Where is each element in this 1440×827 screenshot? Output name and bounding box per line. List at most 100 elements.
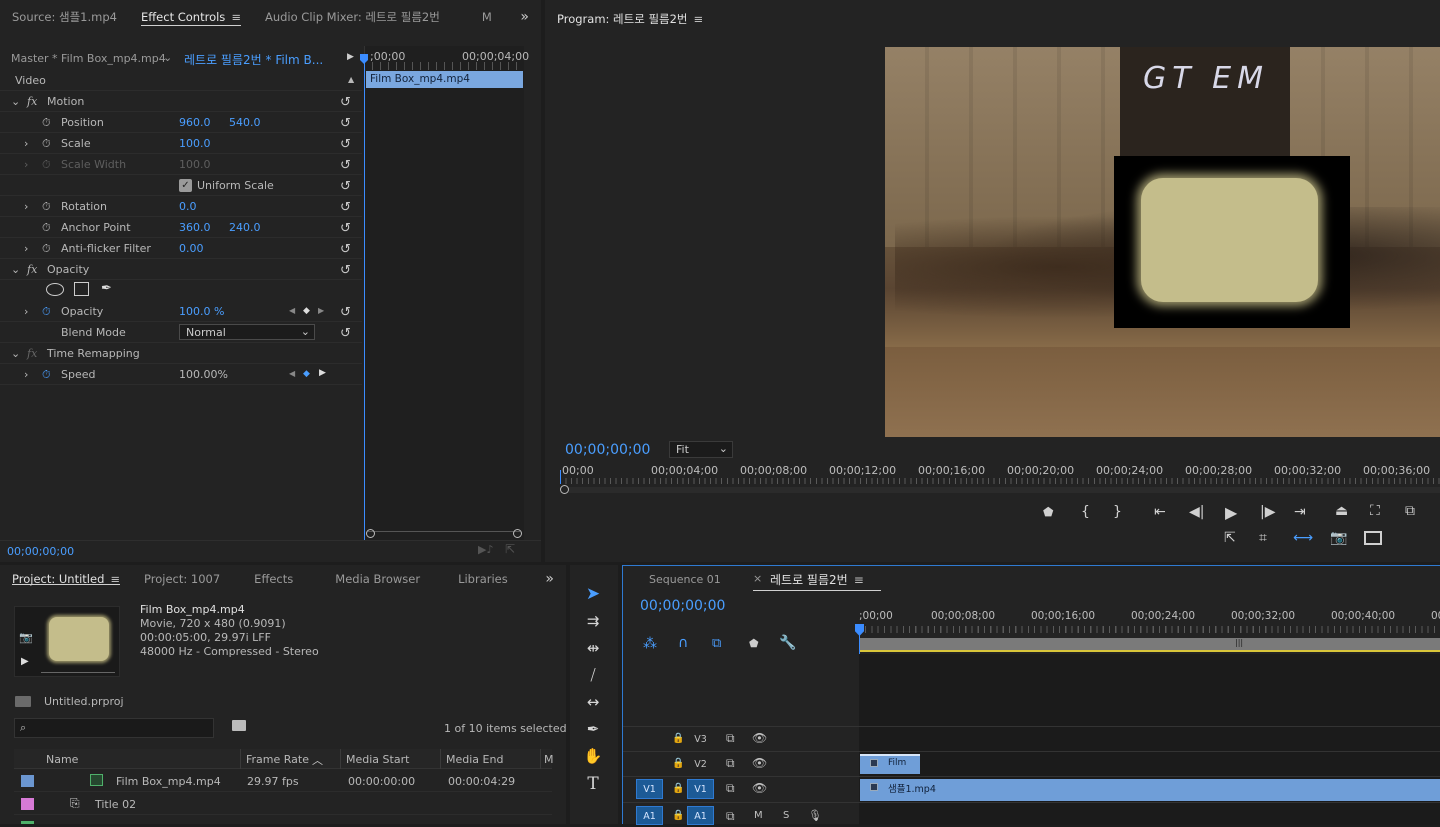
expand-chevron-icon[interactable]: ›: [24, 368, 28, 381]
camera-icon[interactable]: 📷: [19, 631, 33, 644]
export-icon[interactable]: ⇱: [505, 542, 515, 556]
program-ruler[interactable]: 00;00 00;00;04;00 00;00;08;00 00;00;12;00 00…: [560, 464, 1440, 486]
tab-libraries[interactable]: Libraries: [432, 565, 520, 593]
ec-timecode[interactable]: 00;00;00;00: [7, 545, 74, 558]
play-icon[interactable]: ▶: [21, 656, 29, 667]
column-frame-rate[interactable]: Frame Rate: [246, 753, 309, 766]
pen-mask-icon[interactable]: ✒: [101, 281, 112, 296]
time-remap-row[interactable]: ⌄ fx Time Remapping: [0, 343, 362, 364]
track-label-v3[interactable]: V3: [687, 729, 714, 749]
position-y-value[interactable]: 540.0: [229, 116, 261, 129]
panel-menu-icon[interactable]: ≡: [854, 573, 864, 587]
ec-clip-bar[interactable]: Film Box_mp4.mp4: [366, 71, 523, 88]
sync-lock-icon[interactable]: ⧉: [726, 809, 735, 824]
next-keyframe-icon[interactable]: ▶: [318, 306, 324, 315]
program-timecode[interactable]: 00;00;00;00: [565, 442, 650, 458]
snap-icon[interactable]: ∩: [678, 635, 688, 651]
fx-icon[interactable]: fx: [27, 95, 37, 108]
position-x-value[interactable]: 960.0: [179, 116, 211, 129]
microphone-icon[interactable]: 🎙: [808, 809, 822, 822]
reset-icon[interactable]: ↺: [340, 116, 351, 131]
tab-project-untitled[interactable]: Project: Untitled ≡: [0, 565, 132, 593]
play-only-icon[interactable]: ▶: [347, 52, 354, 62]
expand-chevron-icon[interactable]: ⌄: [11, 347, 20, 360]
label-color-swatch[interactable]: [21, 798, 34, 810]
stopwatch-icon[interactable]: ⏱: [42, 221, 51, 235]
expand-chevron-icon[interactable]: ›: [24, 242, 28, 255]
reset-icon[interactable]: ↺: [340, 179, 351, 194]
ec-zoom-right-handle[interactable]: [513, 529, 522, 538]
slip-tool-icon[interactable]: ↔: [583, 693, 603, 711]
fit-select[interactable]: Fit ⌄: [669, 441, 733, 458]
program-playhead[interactable]: [560, 470, 561, 484]
prev-keyframe-icon[interactable]: ◀: [289, 369, 295, 378]
reset-icon[interactable]: ↺: [340, 242, 351, 257]
tab-active-sequence[interactable]: 레트로 필름2번 ≡: [770, 571, 864, 588]
clip-v2-film[interactable]: Film: [860, 754, 920, 774]
linked-selection-icon[interactable]: ⧉: [712, 636, 721, 651]
clip-v1-sample[interactable]: 샘플1.mp4: [860, 779, 1440, 801]
eye-icon[interactable]: 👁: [752, 756, 767, 770]
thumbnail-scrubber[interactable]: [41, 672, 115, 673]
fx-icon[interactable]: fx: [27, 263, 37, 276]
reset-icon[interactable]: ↺: [340, 263, 351, 278]
source-patch-v1[interactable]: V1: [636, 779, 663, 799]
stopwatch-icon[interactable]: ⏱: [42, 200, 51, 214]
reset-icon[interactable]: ↺: [340, 158, 351, 173]
caret-up-icon[interactable]: ▲: [348, 75, 354, 84]
add-marker-icon[interactable]: ⬟: [749, 637, 759, 650]
sync-lock-icon[interactable]: ⧉: [726, 781, 735, 796]
razor-tool-icon[interactable]: ⧸: [583, 666, 603, 684]
opacity-value[interactable]: 100.0 %: [179, 305, 224, 318]
add-marker-icon[interactable]: ⬟: [1043, 505, 1053, 519]
play-icon[interactable]: ▶: [1225, 503, 1237, 522]
reset-icon[interactable]: ↺: [340, 326, 351, 341]
ec-zoom-left-handle[interactable]: [366, 529, 375, 538]
uniform-scale-checkbox[interactable]: ✓: [179, 179, 192, 192]
table-row[interactable]: ⎘ Title 02: [14, 793, 552, 815]
expand-chevron-icon[interactable]: ›: [24, 137, 28, 150]
column-media-start[interactable]: Media Start: [346, 753, 409, 766]
master-label[interactable]: Master * Film Box_mp4.mp4: [11, 52, 166, 65]
add-keyframe-icon[interactable]: ◆: [303, 306, 310, 316]
overflow-icon[interactable]: »: [508, 0, 541, 34]
eye-icon[interactable]: 👁: [752, 781, 767, 795]
sync-lock-icon[interactable]: ⧉: [726, 731, 735, 746]
motion-row[interactable]: ⌄ fx Motion ↺: [0, 91, 362, 112]
step-forward-icon[interactable]: |▶: [1260, 504, 1275, 520]
opacity-section-row[interactable]: ⌄ fx Opacity ↺: [0, 259, 362, 280]
expand-chevron-icon[interactable]: ›: [24, 305, 28, 318]
search-input[interactable]: ⌕: [14, 718, 214, 738]
expand-chevron-icon[interactable]: ⌄: [11, 95, 20, 108]
rectangle-mask-icon[interactable]: [74, 282, 89, 296]
blend-mode-select[interactable]: Normal ⌄: [179, 324, 315, 340]
column-name[interactable]: Name: [46, 753, 78, 766]
expand-chevron-icon[interactable]: ›: [24, 200, 28, 213]
safe-margins-icon[interactable]: [1364, 531, 1382, 545]
close-icon[interactable]: ×: [753, 572, 762, 585]
column-more[interactable]: M: [544, 753, 554, 766]
compare-view-icon[interactable]: ⧉: [1405, 503, 1415, 519]
export-frame-alt-icon[interactable]: ⇱: [1224, 530, 1236, 546]
film-box-overlay[interactable]: [1114, 156, 1350, 328]
tab-project-1007[interactable]: Project: 1007: [132, 565, 232, 593]
program-zoom-handle[interactable]: [560, 485, 569, 494]
stopwatch-active-icon[interactable]: ⏱: [42, 305, 51, 319]
pen-tool-icon[interactable]: ✒: [583, 720, 603, 738]
reset-icon[interactable]: ↺: [340, 221, 351, 236]
ripple-edit-tool-icon[interactable]: ⇹: [583, 639, 603, 657]
tab-effect-controls[interactable]: Effect Controls ≡: [129, 0, 253, 34]
stopwatch-icon[interactable]: ⏱: [42, 137, 51, 151]
selection-tool-icon[interactable]: ➤: [583, 584, 603, 604]
table-row[interactable]: Film Box_mp4.mp4 29.97 fps 00:00:00:00 0…: [14, 770, 552, 792]
trim-icon[interactable]: ⌗: [1259, 530, 1267, 546]
stopwatch-active-icon[interactable]: ⏱: [42, 368, 51, 382]
type-tool-icon[interactable]: T: [583, 774, 603, 794]
tab-more[interactable]: M: [452, 0, 504, 34]
mute-icon[interactable]: M: [754, 810, 763, 821]
timeline-timecode[interactable]: 00;00;00;00: [640, 598, 725, 614]
chevron-down-icon[interactable]: ⌄: [163, 51, 172, 64]
track-select-tool-icon[interactable]: ⇉: [583, 612, 603, 630]
column-media-end[interactable]: Media End: [446, 753, 503, 766]
lift-icon[interactable]: ⏏: [1335, 503, 1348, 519]
